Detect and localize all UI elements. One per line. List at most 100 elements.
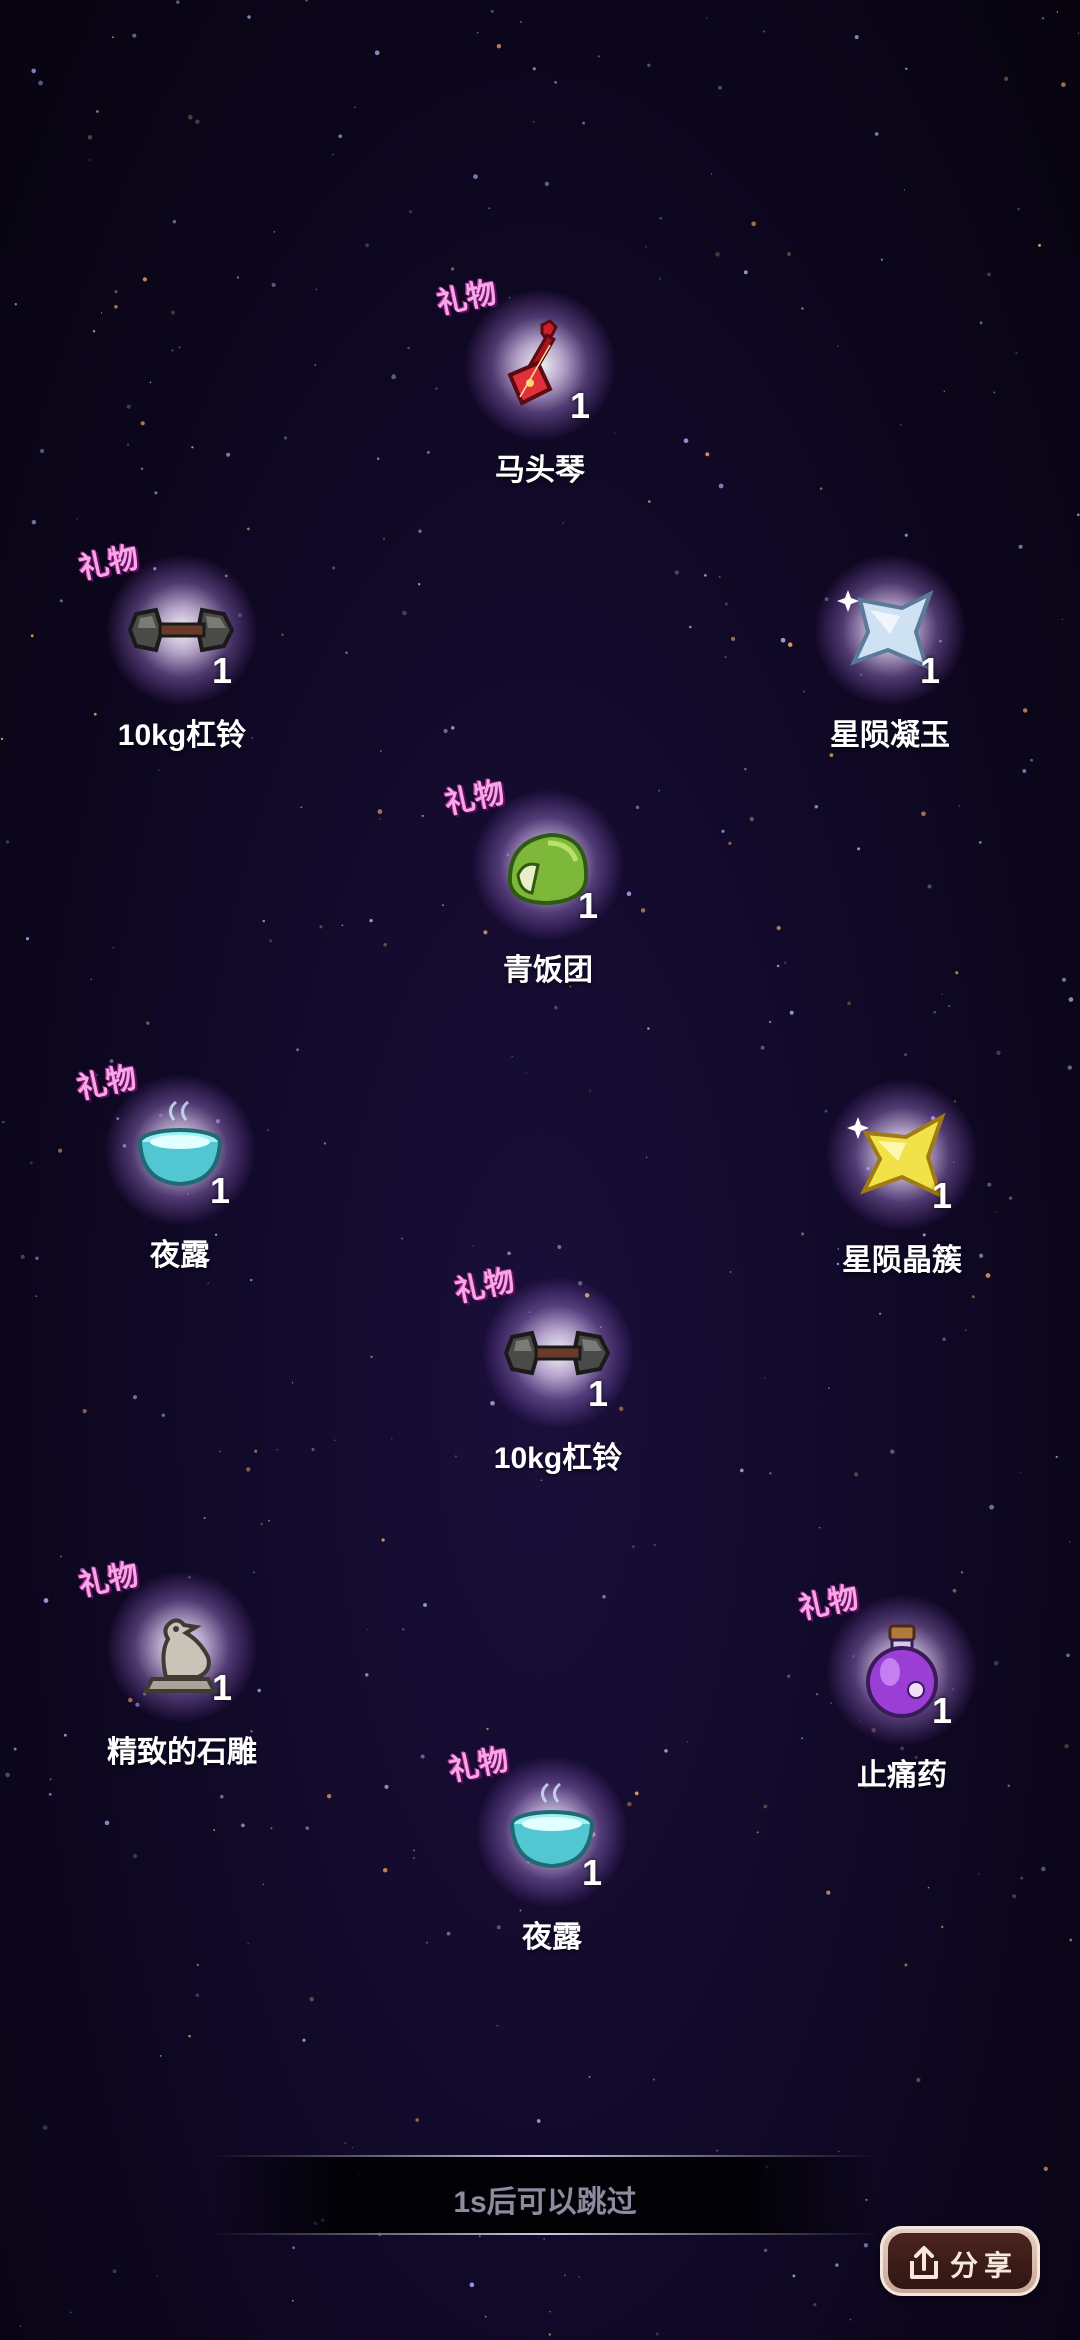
star-dot bbox=[195, 1993, 200, 1998]
star-dot bbox=[60, 1555, 62, 1558]
star-dot bbox=[769, 1472, 772, 1475]
star-dot bbox=[488, 207, 491, 210]
star-dot bbox=[955, 971, 959, 975]
item-count: 1 bbox=[578, 885, 599, 926]
star-dot bbox=[178, 346, 181, 349]
star-dot bbox=[268, 1519, 270, 1522]
star-dot bbox=[92, 329, 96, 333]
star-dot bbox=[927, 1886, 930, 1889]
star-dot bbox=[647, 63, 651, 67]
star-dot bbox=[269, 939, 273, 943]
reward-item-stone-statue[interactable]: 礼物 1 精致的石雕 bbox=[72, 1537, 292, 1777]
star-dot bbox=[409, 210, 413, 214]
reward-item-silver-star[interactable]: 1 星陨凝玉 bbox=[780, 520, 1000, 760]
star-dot bbox=[5, 1772, 10, 1778]
item-count: 1 bbox=[582, 1852, 603, 1893]
star-dot bbox=[739, 1468, 744, 1473]
share-button[interactable]: 分享 bbox=[880, 2226, 1040, 2296]
item-name: 夜露 bbox=[522, 1921, 582, 1954]
star-dot bbox=[132, 1395, 138, 1400]
star-dot bbox=[241, 1823, 245, 1828]
star-dot bbox=[1068, 997, 1074, 1002]
reward-item-potion[interactable]: 礼物 1 止痛药 bbox=[792, 1560, 1012, 1800]
star-dot bbox=[96, 110, 99, 113]
star-dot bbox=[332, 153, 334, 156]
star-dot bbox=[236, 276, 239, 279]
star-dot bbox=[776, 964, 780, 968]
star-dot bbox=[490, 9, 494, 13]
star-dot bbox=[70, 2311, 72, 2313]
star-dot bbox=[469, 2282, 475, 2288]
reward-item-horsehead-fiddle[interactable]: 礼物 1 马头琴 bbox=[430, 255, 650, 495]
reward-item-dumbbell[interactable]: 礼物 1 10kg杠铃 bbox=[448, 1243, 668, 1483]
star-dot bbox=[658, 790, 660, 792]
star-dot bbox=[311, 1447, 315, 1452]
star-dot bbox=[333, 1439, 336, 1442]
star-dot bbox=[13, 1747, 17, 1751]
star-dot bbox=[763, 2248, 768, 2252]
item-count: 1 bbox=[212, 1667, 233, 1708]
star-dot bbox=[104, 1820, 110, 1826]
star-dot bbox=[305, 1826, 309, 1830]
star-dot bbox=[704, 574, 707, 577]
star-dot bbox=[176, 0, 180, 4]
star-dot bbox=[341, 924, 344, 927]
star-dot bbox=[689, 625, 692, 629]
star-dot bbox=[374, 50, 380, 56]
star-dot bbox=[407, 346, 410, 350]
item-count: 1 bbox=[932, 1175, 953, 1216]
share-icon bbox=[910, 2246, 938, 2279]
star-dot bbox=[1064, 1743, 1069, 1749]
star-dot bbox=[38, 80, 43, 86]
reward-item-dew-bowl[interactable]: 礼物 1 夜露 bbox=[70, 1040, 290, 1280]
star-dot bbox=[904, 1963, 908, 1967]
star-dot bbox=[751, 221, 757, 227]
item-count: 1 bbox=[588, 1373, 609, 1414]
star-dot bbox=[813, 2303, 817, 2307]
item-name: 10kg杠铃 bbox=[493, 1442, 623, 1475]
star-dot bbox=[554, 1005, 558, 1010]
reward-item-gold-star[interactable]: 1 星陨晶簇 bbox=[792, 1045, 1012, 1285]
star-dot bbox=[921, 811, 926, 817]
star-dot bbox=[20, 1254, 25, 1259]
star-dot bbox=[296, 1048, 300, 1052]
reward-item-dew-bowl[interactable]: 礼物 1 夜露 bbox=[442, 1722, 662, 1962]
star-dot bbox=[305, 0, 308, 2]
star-dot bbox=[854, 35, 859, 40]
star-dot bbox=[948, 1005, 950, 1007]
star-dot bbox=[140, 467, 144, 471]
star-dot bbox=[146, 1021, 150, 1025]
star-dot bbox=[188, 2034, 191, 2038]
star-dot bbox=[100, 312, 103, 314]
star-dot bbox=[58, 1148, 63, 1153]
share-label: 分享 bbox=[950, 2250, 1019, 2281]
star-dot bbox=[756, 1831, 759, 1834]
star-dot bbox=[631, 1545, 635, 1549]
star-dot bbox=[351, 2146, 354, 2149]
star-dot bbox=[971, 1295, 975, 1299]
star-dot bbox=[1067, 1065, 1072, 1070]
star-dot bbox=[344, 2142, 347, 2144]
star-dot bbox=[563, 2274, 567, 2277]
star-dot bbox=[496, 2024, 499, 2027]
star-dot bbox=[544, 181, 550, 186]
star-dot bbox=[536, 2119, 541, 2123]
star-dot bbox=[828, 1387, 830, 1390]
star-dot bbox=[332, 566, 336, 570]
reward-item-green-rice-ball[interactable]: 礼物 1 青饭团 bbox=[438, 755, 658, 995]
share-button-inner: 分享 bbox=[888, 2233, 1032, 2289]
item-name: 星陨晶簇 bbox=[842, 1244, 962, 1277]
item-name: 青饭团 bbox=[503, 954, 593, 987]
star-dot bbox=[1004, 76, 1009, 81]
star-dot bbox=[847, 1001, 851, 1006]
star-dot bbox=[683, 438, 689, 444]
reward-item-dumbbell[interactable]: 礼物 1 10kg杠铃 bbox=[72, 520, 292, 760]
star-dot bbox=[769, 1020, 772, 1024]
star-dot bbox=[271, 282, 276, 287]
star-dot bbox=[159, 2055, 162, 2057]
star-dot bbox=[42, 2125, 48, 2130]
star-dot bbox=[792, 2274, 796, 2278]
star-dot bbox=[706, 17, 708, 19]
star-dot bbox=[5, 840, 10, 844]
star-dot bbox=[519, 21, 522, 23]
